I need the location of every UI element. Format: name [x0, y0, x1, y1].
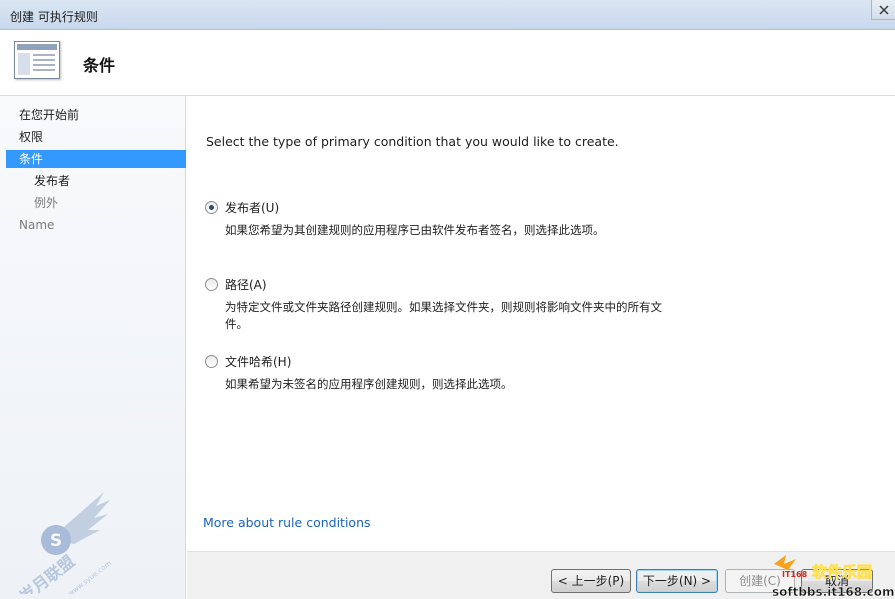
watermark-logo-right: IT168 软件乐园 softbbs.it168.com — [772, 555, 895, 599]
publisher-description: 如果您希望为其创建规则的应用程序已由软件发布者签名，则选择此选项。 — [225, 223, 605, 237]
watermark-right-url: softbbs.it168.com — [772, 585, 895, 599]
option-path[interactable]: 路径(A) 为特定文件或文件夹路径创建规则。如果选择文件夹，则规则将影响文件夹中… — [205, 276, 685, 332]
path-label[interactable]: 路径(A) — [225, 276, 267, 293]
watermark-logo-left: S 岁月联盟 www.syue.com — [16, 492, 113, 594]
step-before-you-begin[interactable]: 在您开始前 — [6, 106, 186, 124]
step-conditions[interactable]: 条件 — [6, 150, 186, 168]
step-exceptions: 例外 — [34, 196, 59, 210]
page-title: 条件 — [83, 56, 116, 75]
option-publisher[interactable]: 发布者(U) 如果您希望为其创建规则的应用程序已由软件发布者签名，则选择此选项。 — [205, 199, 685, 239]
path-description: 为特定文件或文件夹路径创建规则。如果选择文件夹，则规则将影响文件夹中的所有文件。 — [225, 300, 662, 331]
close-button[interactable] — [871, 0, 895, 20]
more-about-rule-conditions-link[interactable]: More about rule conditions — [203, 515, 371, 530]
wizard-header: 条件 — [0, 30, 895, 96]
file-hash-description: 如果希望为未签名的应用程序创建规则，则选择此选项。 — [225, 377, 513, 391]
step-publisher[interactable]: 发布者 — [6, 172, 186, 190]
publisher-label[interactable]: 发布者(U) — [225, 199, 279, 216]
option-file-hash[interactable]: 文件哈希(H) 如果希望为未签名的应用程序创建规则，则选择此选项。 — [205, 353, 685, 393]
title-bar: 创建 可执行规则 — [0, 0, 895, 30]
path-radio[interactable] — [205, 278, 218, 291]
file-hash-label[interactable]: 文件哈希(H) — [225, 353, 291, 370]
intro-text: Select the type of primary condition tha… — [206, 134, 619, 149]
close-icon — [879, 5, 889, 15]
next-button[interactable]: 下一步(N) > — [636, 569, 718, 593]
watermark-right-text: 软件乐园 — [812, 563, 872, 581]
step-name: Name — [19, 218, 55, 232]
watermark-left-text: 岁月联盟 — [16, 552, 78, 594]
watermark-right-brand: IT168 — [782, 570, 808, 579]
step-permissions[interactable]: 权限 — [6, 128, 186, 146]
back-button[interactable]: < 上一步(P) — [551, 569, 631, 593]
publisher-radio[interactable] — [205, 201, 218, 214]
main-content: Select the type of primary condition tha… — [187, 96, 895, 551]
window-title: 创建 可执行规则 — [10, 10, 98, 24]
file-hash-radio[interactable] — [205, 355, 218, 368]
wizard-page-icon — [14, 41, 60, 79]
svg-text:S: S — [50, 531, 62, 551]
